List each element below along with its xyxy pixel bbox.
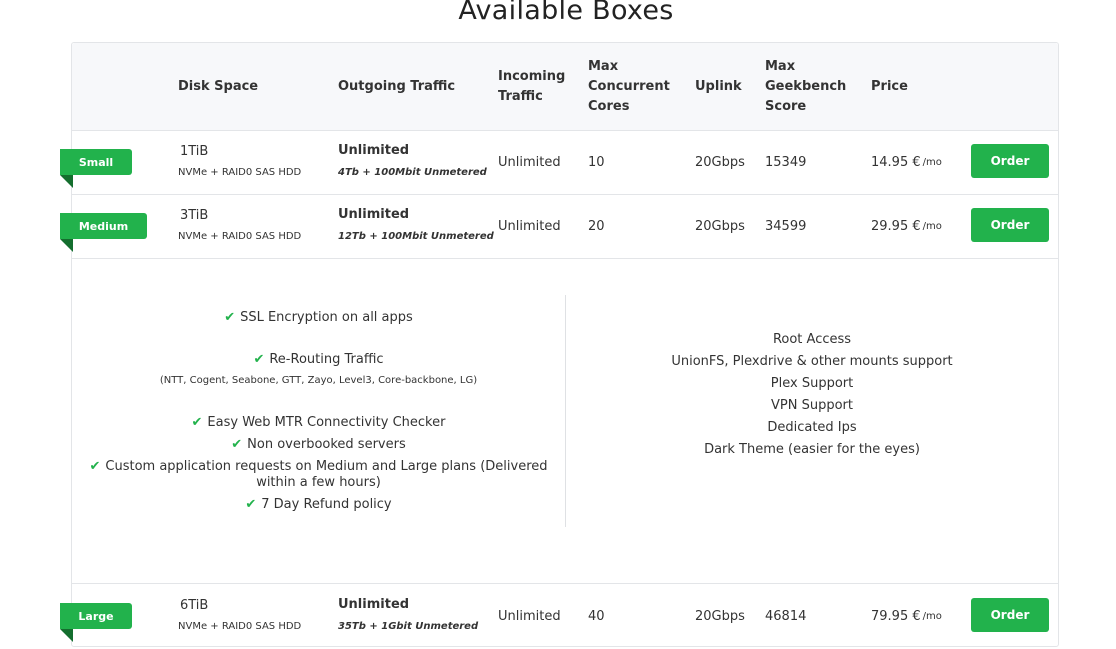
header-uplink: Uplink xyxy=(695,78,742,94)
feature-detail: (NTT, Cogent, Seabone, GTT, Zayo, Level3… xyxy=(159,375,478,386)
page-title: Available Boxes xyxy=(458,0,674,26)
plan-name: Large xyxy=(78,609,114,623)
outgoing-traffic: Unlimited xyxy=(338,597,410,612)
feature-item: ✔ Non overbooked servers xyxy=(72,437,565,453)
plan-ribbon-medium: Medium xyxy=(60,213,147,252)
feature-right-item: Dedicated Ips xyxy=(767,420,857,435)
feature-label: Non overbooked servers xyxy=(247,437,406,452)
plan-row-medium: Medium 3TiB NVMe + RAID0 SAS HDD Unlimit… xyxy=(60,194,1058,259)
feature-item: ✔ Easy Web MTR Connectivity Checker xyxy=(72,415,565,431)
outgoing-traffic: Unlimited xyxy=(338,207,410,222)
price-amount: 79.95 € xyxy=(871,608,921,624)
disk-size: 3TiB xyxy=(180,208,209,223)
feature-right-item: Dark Theme (easier for the eyes) xyxy=(704,442,920,457)
outgoing-traffic: Unlimited xyxy=(338,143,410,158)
feature-label: Easy Web MTR Connectivity Checker xyxy=(207,415,446,430)
header-geek-line2: Geekbench xyxy=(765,78,847,94)
plan-row-large: Large 6TiB NVMe + RAID0 SAS HDD Unlimite… xyxy=(60,584,1058,648)
check-icon: ✔ xyxy=(231,437,243,452)
features-section: ✔ SSL Encryption on all apps ✔ Re-Routing … xyxy=(72,258,1058,584)
header-incoming-line2: Traffic xyxy=(498,88,543,104)
check-icon: ✔ xyxy=(245,497,257,512)
price-period: /mo xyxy=(922,156,942,168)
order-button-medium[interactable]: Order xyxy=(971,208,1049,242)
plans-table: Disk Space Outgoing Traffic Incoming Traf… xyxy=(60,42,1059,648)
ribbon-fold xyxy=(60,629,73,642)
ribbon-fold xyxy=(60,175,73,188)
order-button-small[interactable]: Order xyxy=(971,144,1049,178)
header-incoming-line1: Incoming xyxy=(498,68,566,84)
feature-label: SSL Encryption on all apps xyxy=(240,310,413,325)
feature-label: 7 Day Refund policy xyxy=(261,497,392,512)
price: 79.95 €/mo xyxy=(871,584,942,648)
price-period: /mo xyxy=(922,610,942,622)
geekbench-score: 46814 xyxy=(765,608,807,624)
disk-size: 6TiB xyxy=(180,598,209,613)
feature-item: ✔ SSL Encryption on all apps xyxy=(72,310,565,326)
disk-type: NVMe + RAID0 SAS HDD xyxy=(178,621,302,632)
header-disk: Disk Space xyxy=(178,78,259,94)
outgoing-traffic-detail: 12Tb + 100Mbit Unmetered xyxy=(338,231,494,242)
feature-right-item: UnionFS, Plexdrive & other mounts suppor… xyxy=(671,354,953,369)
check-icon: ✔ xyxy=(253,352,265,367)
disk-size: 1TiB xyxy=(180,144,209,159)
header-outgoing: Outgoing Traffic xyxy=(338,78,456,94)
table-header: Disk Space Outgoing Traffic Incoming Traf… xyxy=(72,43,1058,131)
plan-ribbon-small: Small xyxy=(60,149,132,188)
plan-name: Small xyxy=(78,155,114,169)
header-cores: Max Concurrent Cores xyxy=(588,43,670,130)
feature-right-item: Root Access xyxy=(772,332,852,347)
price-amount: 29.95 € xyxy=(871,218,921,234)
price: 14.95 €/mo xyxy=(871,130,942,194)
check-icon: ✔ xyxy=(224,310,236,325)
feature-label: Re-Routing Traffic xyxy=(269,352,384,367)
disk-type: NVMe + RAID0 SAS HDD xyxy=(178,231,302,242)
outgoing-traffic-detail: 35Tb + 1Gbit Unmetered xyxy=(338,621,479,632)
price-period: /mo xyxy=(922,220,942,232)
geekbench-score: 34599 xyxy=(765,218,807,234)
disk-type: NVMe + RAID0 SAS HDD xyxy=(178,167,302,178)
feature-item: ✔ Custom application requests on Medium a… xyxy=(72,459,565,475)
incoming-traffic: Unlimited xyxy=(498,608,561,624)
header-cores-line1: Max xyxy=(588,58,619,74)
max-cores: 40 xyxy=(588,608,605,624)
outgoing-traffic-detail: 4Tb + 100Mbit Unmetered xyxy=(338,167,487,178)
price-amount: 14.95 € xyxy=(871,154,921,170)
feature-label: Custom application requests on Medium an… xyxy=(105,459,548,474)
header-price: Price xyxy=(871,78,908,94)
uplink: 20Gbps xyxy=(695,154,745,170)
geekbench-score: 15349 xyxy=(765,154,807,170)
max-cores: 20 xyxy=(588,218,605,234)
feature-right-item: VPN Support xyxy=(771,398,853,413)
header-geek-line1: Max xyxy=(765,58,796,74)
header-cores-line2: Concurrent xyxy=(588,78,670,94)
header-cores-line3: Cores xyxy=(588,98,630,114)
uplink: 20Gbps xyxy=(695,218,745,234)
plan-row-small: Small 1TiB NVMe + RAID0 SAS HDD Unlimite… xyxy=(60,130,1058,195)
check-icon: ✔ xyxy=(89,459,101,474)
feature-item: ✔ Re-Routing Traffic xyxy=(72,352,565,368)
uplink: 20Gbps xyxy=(695,608,745,624)
incoming-traffic: Unlimited xyxy=(498,154,561,170)
max-cores: 10 xyxy=(588,154,605,170)
header-geek-line3: Score xyxy=(765,98,807,114)
feature-item: ✔ 7 Day Refund policy xyxy=(72,497,565,513)
price: 29.95 €/mo xyxy=(871,194,942,258)
check-icon: ✔ xyxy=(191,415,203,430)
header-geekbench: Max Geekbench Score xyxy=(765,43,846,130)
plan-ribbon-large: Large xyxy=(60,603,132,642)
incoming-traffic: Unlimited xyxy=(498,218,561,234)
order-button-large[interactable]: Order xyxy=(971,598,1049,632)
feature-item-continued: within a few hours) xyxy=(256,475,381,490)
feature-right-item: Plex Support xyxy=(770,376,854,391)
ribbon-fold xyxy=(60,239,73,252)
plan-name: Medium xyxy=(78,219,129,233)
header-incoming: Incoming Traffic xyxy=(498,43,565,130)
